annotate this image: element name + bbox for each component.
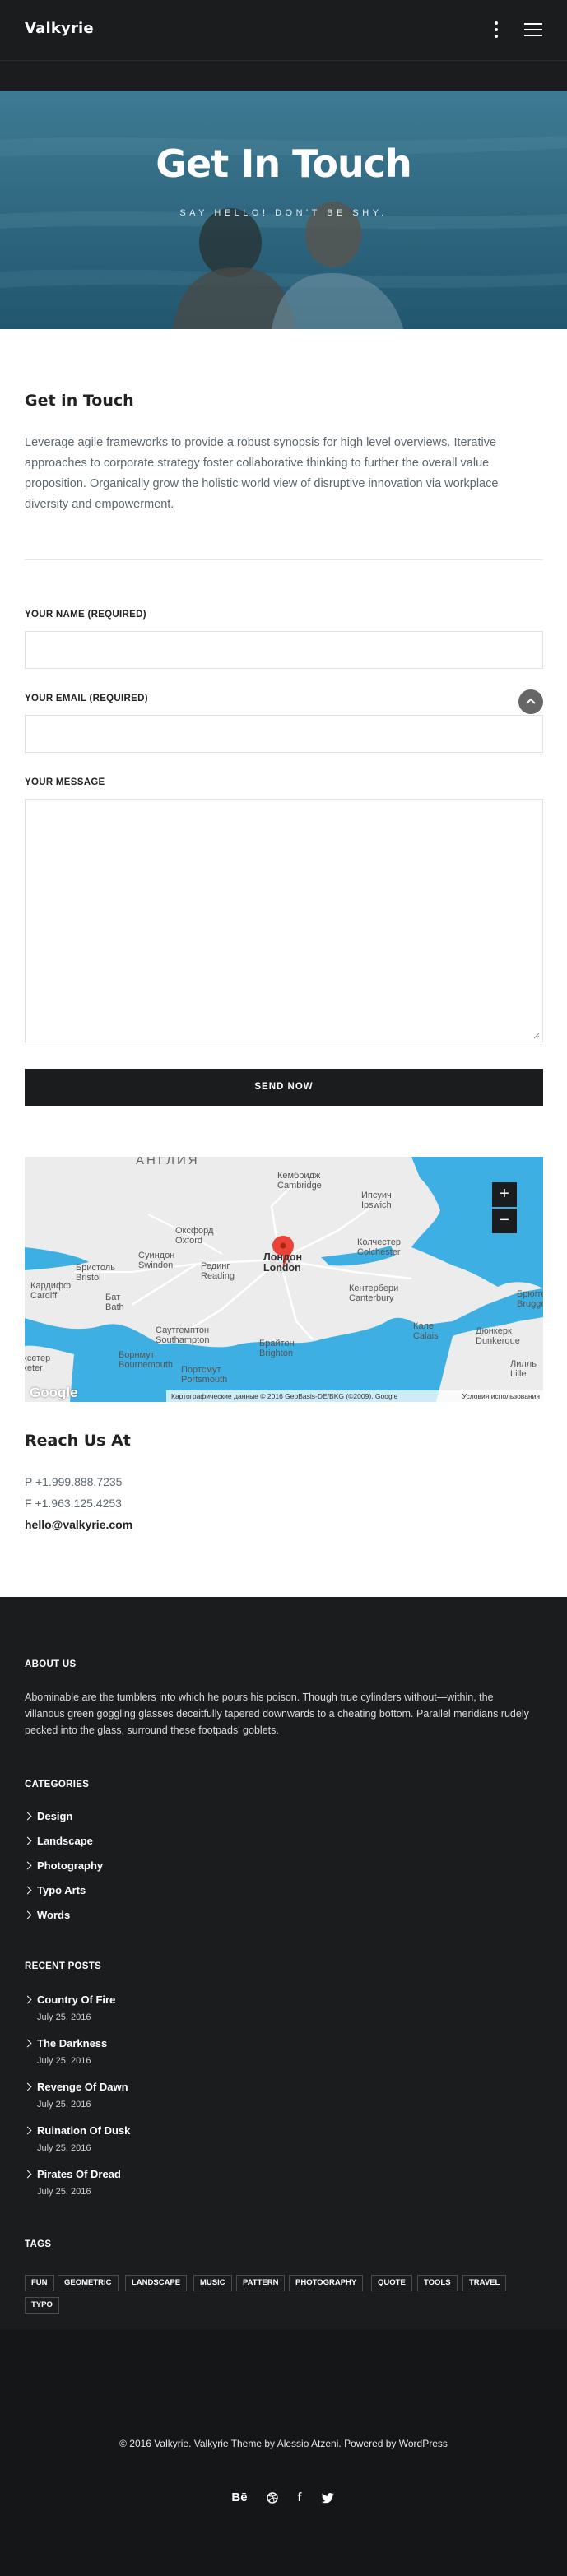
tag-link[interactable]: TOOLS <box>417 2275 458 2291</box>
recent-post-date: July 25, 2016 <box>37 2143 91 2153</box>
intro-text: Leverage agile frameworks to provide a r… <box>25 436 499 511</box>
site-header: Valkyrie <box>0 0 567 60</box>
map-label-brugge: Брюгге Brugge <box>517 1289 543 1309</box>
hamburger-menu-icon[interactable] <box>524 23 542 36</box>
map-label-reading: Рединг Reading <box>201 1261 235 1281</box>
tag-link[interactable]: PHOTOGRAPHY <box>289 2275 364 2291</box>
chevron-right-icon <box>23 1812 32 1821</box>
name-field[interactable] <box>25 631 543 669</box>
tag-link[interactable]: TRAVEL <box>462 2275 507 2291</box>
tag-link[interactable]: PATTERN <box>236 2275 286 2291</box>
recent-post-date: July 25, 2016 <box>37 2187 91 2197</box>
category-item[interactable]: Typo Arts <box>23 1884 86 1896</box>
recent-post-link[interactable]: Pirates Of Dread <box>23 2168 121 2180</box>
map-terms-link[interactable]: Условия использования <box>462 1390 540 1402</box>
about-text: Abominable are the tumblers into which h… <box>25 1692 529 1736</box>
reach-title: Reach Us At <box>25 1432 131 1450</box>
tag-link[interactable]: MUSIC <box>193 2275 232 2291</box>
map-label-bath: Бат Bath <box>105 1293 124 1312</box>
facebook-icon[interactable]: f <box>295 2490 304 2505</box>
name-label: YOUR NAME (REQUIRED) <box>25 610 146 620</box>
category-item[interactable]: Design <box>23 1810 72 1822</box>
message-label: YOUR MESSAGE <box>25 777 105 787</box>
map-label-exeter: Эксетер Exeter <box>25 1353 51 1373</box>
location-map[interactable]: АНГЛИЯ Кембридж Cambridge Ипсуич Ipswich… <box>25 1157 543 1402</box>
chevron-right-icon <box>23 2126 32 2135</box>
hero-banner: Get In Touch SAY HELLO! DON'T BE SHY. <box>0 91 567 329</box>
header-strip <box>0 60 567 91</box>
tags-title: TAGS <box>25 2239 52 2249</box>
reach-email[interactable]: hello@valkyrie.com <box>25 1518 132 1531</box>
category-item[interactable]: Landscape <box>23 1835 93 1847</box>
recent-post-link[interactable]: The Darkness <box>23 2037 107 2049</box>
map-label-dunkerque: Дюнкерк Dunkerque <box>476 1326 520 1346</box>
email-field[interactable] <box>25 715 543 753</box>
chevron-right-icon <box>23 2039 32 2048</box>
map-label-bournemouth: Борнмут Bournemouth <box>119 1350 174 1370</box>
chevron-right-icon <box>23 1836 32 1845</box>
tag-link[interactable]: QUOTE <box>371 2275 412 2291</box>
map-label-portsmouth: Портсмут Portsmouth <box>181 1365 228 1385</box>
chevron-right-icon <box>23 2082 32 2091</box>
map-zoom-out-button[interactable]: − <box>492 1209 517 1233</box>
chevron-right-icon <box>23 1910 32 1919</box>
tag-link[interactable]: LANDSCAPE <box>125 2275 188 2291</box>
map-label-calais: Кале Calais <box>413 1321 439 1341</box>
recent-post-date: July 25, 2016 <box>37 2100 91 2110</box>
map-label-oxford: Оксфорд Oxford <box>175 1226 214 1246</box>
reach-phone: P +1.999.888.7235 <box>25 1475 123 1488</box>
map-label-southampton: Саутгемптон Southampton <box>156 1325 210 1345</box>
recent-post-date: July 25, 2016 <box>37 2056 91 2066</box>
chevron-right-icon <box>23 2170 32 2179</box>
resize-grip-icon[interactable] <box>533 1033 540 1039</box>
behance-icon[interactable]: Bē <box>230 2490 249 2505</box>
footer-bottom <box>0 2329 567 2576</box>
google-logo: Google <box>30 1385 78 1400</box>
chevron-right-icon <box>23 1861 32 1870</box>
map-label-swindon: Суиндон Swindon <box>138 1251 175 1270</box>
map-label-brighton: Брайтон Brighton <box>259 1339 295 1358</box>
reach-fax: F +1.963.125.4253 <box>25 1497 122 1510</box>
send-button[interactable]: SEND NOW <box>25 1069 543 1106</box>
divider <box>25 559 543 560</box>
scroll-to-top-button[interactable] <box>518 689 543 714</box>
hero-title: Get In Touch <box>156 142 411 186</box>
about-title: ABOUT US <box>25 1659 77 1669</box>
map-label-lille: Лилль Lille <box>510 1359 537 1379</box>
hero-subtitle: SAY HELLO! DON'T BE SHY. <box>179 208 388 218</box>
map-label-bristol: Бристоль Bristol <box>76 1263 115 1283</box>
chevron-up-icon <box>526 698 536 704</box>
dribbble-icon[interactable] <box>265 2490 280 2505</box>
recent-post-link[interactable]: Revenge Of Dawn <box>23 2081 128 2093</box>
recent-post-date: July 25, 2016 <box>37 2012 91 2022</box>
category-item[interactable]: Words <box>23 1909 70 1921</box>
map-label-cambridge: Кембридж Cambridge <box>277 1171 322 1191</box>
map-label-canterbury: Кентербери Canterbury <box>349 1283 399 1303</box>
recent-post-link[interactable]: Country Of Fire <box>23 1993 115 2006</box>
recent-posts-title: RECENT POSTS <box>25 1961 102 1971</box>
chevron-right-icon <box>23 1995 32 2004</box>
map-label-colchester: Колчестер Colchester <box>357 1237 401 1257</box>
tag-link[interactable]: GEOMETRIC <box>58 2275 119 2291</box>
map-label-ipswich: Ипсуич Ipswich <box>361 1191 392 1210</box>
category-item[interactable]: Photography <box>23 1859 103 1872</box>
map-zoom-in-button[interactable]: + <box>492 1182 517 1207</box>
map-label-london: Лондон London <box>263 1251 303 1274</box>
recent-post-link[interactable]: Ruination Of Dusk <box>23 2124 130 2137</box>
map-attribution-text: Картографические данные © 2016 GeoBasis-… <box>171 1392 398 1400</box>
email-label: YOUR EMAIL (REQUIRED) <box>25 694 148 703</box>
tag-link[interactable]: FUN <box>25 2275 54 2291</box>
map-label-england: АНГЛИЯ <box>136 1157 200 1167</box>
twitter-icon[interactable] <box>320 2490 335 2505</box>
map-label-cardiff: Кардифф Cardiff <box>30 1281 72 1301</box>
map-attribution: Картографические данные © 2016 GeoBasis-… <box>166 1390 543 1402</box>
more-vertical-icon[interactable] <box>492 21 500 39</box>
message-field[interactable] <box>25 799 543 1042</box>
categories-title: CATEGORIES <box>25 1780 90 1789</box>
site-logo[interactable]: Valkyrie <box>25 20 94 37</box>
tag-link[interactable]: TYPO <box>25 2297 59 2314</box>
chevron-right-icon <box>23 1886 32 1895</box>
copyright-text: © 2016 Valkyrie. Valkyrie Theme by Aless… <box>119 2438 448 2449</box>
intro-title: Get in Touch <box>25 392 134 410</box>
